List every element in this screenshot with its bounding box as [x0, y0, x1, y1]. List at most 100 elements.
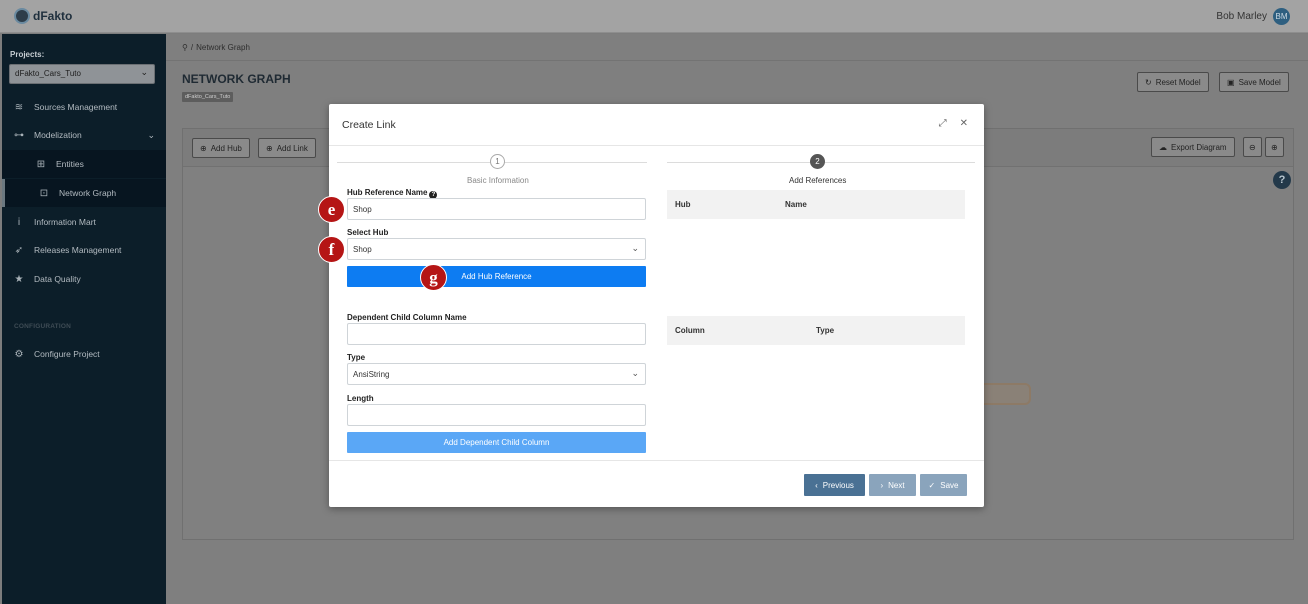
user-menu[interactable]: Bob Marley BM [1216, 8, 1290, 25]
plus-circle-icon: ⊕ [200, 143, 207, 153]
layers-icon: ≋ [14, 101, 24, 113]
sidebar-item-information-mart[interactable]: ⅰ Information Mart [2, 208, 166, 236]
sidebar-item-label: Network Graph [59, 188, 117, 198]
chevron-down-icon: ⌄ [140, 67, 148, 77]
map-marker-icon: ⚲ [182, 43, 188, 52]
sidebar-item-label: Modelization [34, 130, 82, 140]
type-select-value: AnsiString [353, 370, 390, 379]
name-column-header: Name [785, 200, 807, 209]
select-hub-value: Shop [353, 245, 372, 254]
select-hub-label: Select Hub [347, 228, 389, 237]
binoculars-icon: ⊡ [39, 187, 49, 199]
logo-mark-icon [14, 8, 30, 24]
breadcrumb-current[interactable]: Network Graph [196, 43, 250, 52]
save-icon: ▣ [1227, 77, 1235, 87]
modal-header: Create Link ⤢ ✕ [329, 104, 984, 146]
type-column-header: Type [816, 326, 835, 335]
sidebar-item-label: Data Quality [34, 274, 81, 284]
chevron-down-icon: ⌄ [147, 129, 155, 140]
create-link-modal: Create Link ⤢ ✕ 1 2 Basic Information Ad… [329, 104, 984, 507]
rocket-icon: ➶ [14, 244, 24, 256]
sidebar-item-entities[interactable]: ⊞ Entities [2, 150, 166, 178]
sidebar-item-label: Entities [56, 159, 84, 169]
divider [166, 60, 1308, 61]
cloud-icon: ☁ [1159, 142, 1167, 152]
project-badge: dFakto_Cars_Tuto [182, 92, 234, 102]
maximize-icon[interactable]: ⤢ [939, 118, 947, 129]
sidebar-item-label: Releases Management [34, 245, 122, 255]
avatar: BM [1273, 8, 1290, 25]
dependent-child-column-name-input[interactable] [347, 323, 646, 345]
step-1-indicator[interactable]: 1 [490, 154, 505, 169]
sidebar-item-configure-project[interactable]: ⚙ Configure Project [2, 340, 166, 368]
length-input[interactable] [347, 404, 646, 426]
select-hub-dropdown[interactable]: Shop ⌄ [347, 238, 646, 260]
sitemap-icon: ⊶ [14, 129, 24, 141]
export-diagram-label: Export Diagram [1171, 142, 1227, 152]
annotation-marker-e: e [318, 196, 345, 223]
check-icon: ✓ [928, 480, 936, 490]
star-icon: ★ [14, 273, 24, 285]
sidebar-item-data-quality[interactable]: ★ Data Quality [2, 265, 166, 293]
sidebar-item-releases-management[interactable]: ➶ Releases Management [2, 236, 166, 264]
plus-circle-icon: ⊕ [266, 143, 273, 153]
save-model-button[interactable]: ▣ Save Model [1219, 72, 1289, 92]
annotation-marker-g: g [420, 264, 447, 291]
add-hub-reference-button[interactable]: Add Hub Reference [347, 266, 646, 287]
child-columns-table-header: Column Type [667, 316, 965, 345]
entities-icon: ⊞ [36, 158, 46, 170]
sidebar-item-modelization[interactable]: ⊶ Modelization ⌄ [2, 121, 166, 149]
add-link-button[interactable]: ⊕ Add Link [258, 138, 316, 158]
breadcrumb: ⚲ / Network Graph [182, 43, 250, 52]
step-2-label: Add References [789, 176, 847, 185]
step-1-label: Basic Information [467, 176, 529, 185]
add-dependent-child-column-button[interactable]: Add Dependent Child Column [347, 432, 646, 453]
gear-icon: ⚙ [14, 348, 24, 360]
chevron-down-icon: ⌄ [631, 243, 639, 253]
project-select[interactable]: dFakto_Cars_Tuto ⌄ [9, 64, 155, 84]
app-logo[interactable]: dFakto [14, 8, 72, 24]
type-select[interactable]: AnsiString ⌄ [347, 363, 646, 385]
sidebar-item-label: Sources Management [34, 102, 118, 112]
hub-column-header: Hub [675, 200, 691, 209]
step-2-indicator[interactable]: 2 [810, 154, 825, 169]
add-link-label: Add Link [276, 143, 308, 153]
add-hub-label: Add Hub [210, 143, 242, 153]
sidebar-item-network-graph[interactable]: ⊡ Network Graph [2, 179, 166, 207]
sidebar: Projects: dFakto_Cars_Tuto ⌄ ≋ Sources M… [2, 34, 166, 604]
hub-reference-name-label-text: Hub Reference Name [347, 188, 428, 197]
reset-model-button[interactable]: ↻ Reset Model [1137, 72, 1209, 92]
sidebar-item-label: Configure Project [34, 349, 100, 359]
zoom-in-button[interactable]: ⊕ [1265, 137, 1284, 157]
dependent-child-column-name-label: Dependent Child Column Name [347, 313, 467, 322]
export-diagram-button[interactable]: ☁ Export Diagram [1151, 137, 1235, 157]
zoom-in-icon: ⊕ [1271, 142, 1278, 152]
user-name: Bob Marley [1216, 11, 1267, 22]
previous-button[interactable]: ‹ Previous [804, 474, 865, 496]
sidebar-item-sources-management[interactable]: ≋ Sources Management [2, 93, 166, 121]
next-button[interactable]: › Next [869, 474, 916, 496]
zoom-out-icon: ⊖ [1249, 142, 1256, 152]
annotation-marker-f: f [318, 236, 345, 263]
save-button[interactable]: ✓ Save [920, 474, 967, 496]
hub-reference-name-input[interactable]: Shop [347, 198, 646, 220]
type-label: Type [347, 353, 366, 362]
chevron-right-icon: › [880, 480, 884, 490]
add-hub-button[interactable]: ⊕ Add Hub [192, 138, 250, 158]
project-select-value: dFakto_Cars_Tuto [15, 69, 81, 78]
reset-model-label: Reset Model [1155, 77, 1201, 87]
save-label: Save [940, 480, 959, 490]
modal-header-actions: ⤢ ✕ [939, 118, 968, 129]
modal-title: Create Link [342, 119, 396, 131]
column-column-header: Column [675, 326, 705, 335]
chevron-down-icon: ⌄ [631, 368, 639, 378]
close-icon[interactable]: ✕ [960, 118, 968, 129]
chevron-left-icon: ‹ [815, 480, 818, 490]
help-button[interactable]: ? [1273, 171, 1291, 189]
modal-footer-divider [329, 460, 984, 461]
length-label: Length [347, 394, 374, 403]
next-label: Next [888, 480, 905, 490]
page-title: NETWORK GRAPH [182, 72, 291, 86]
zoom-out-button[interactable]: ⊖ [1243, 137, 1262, 157]
refresh-icon: ↻ [1145, 77, 1152, 87]
